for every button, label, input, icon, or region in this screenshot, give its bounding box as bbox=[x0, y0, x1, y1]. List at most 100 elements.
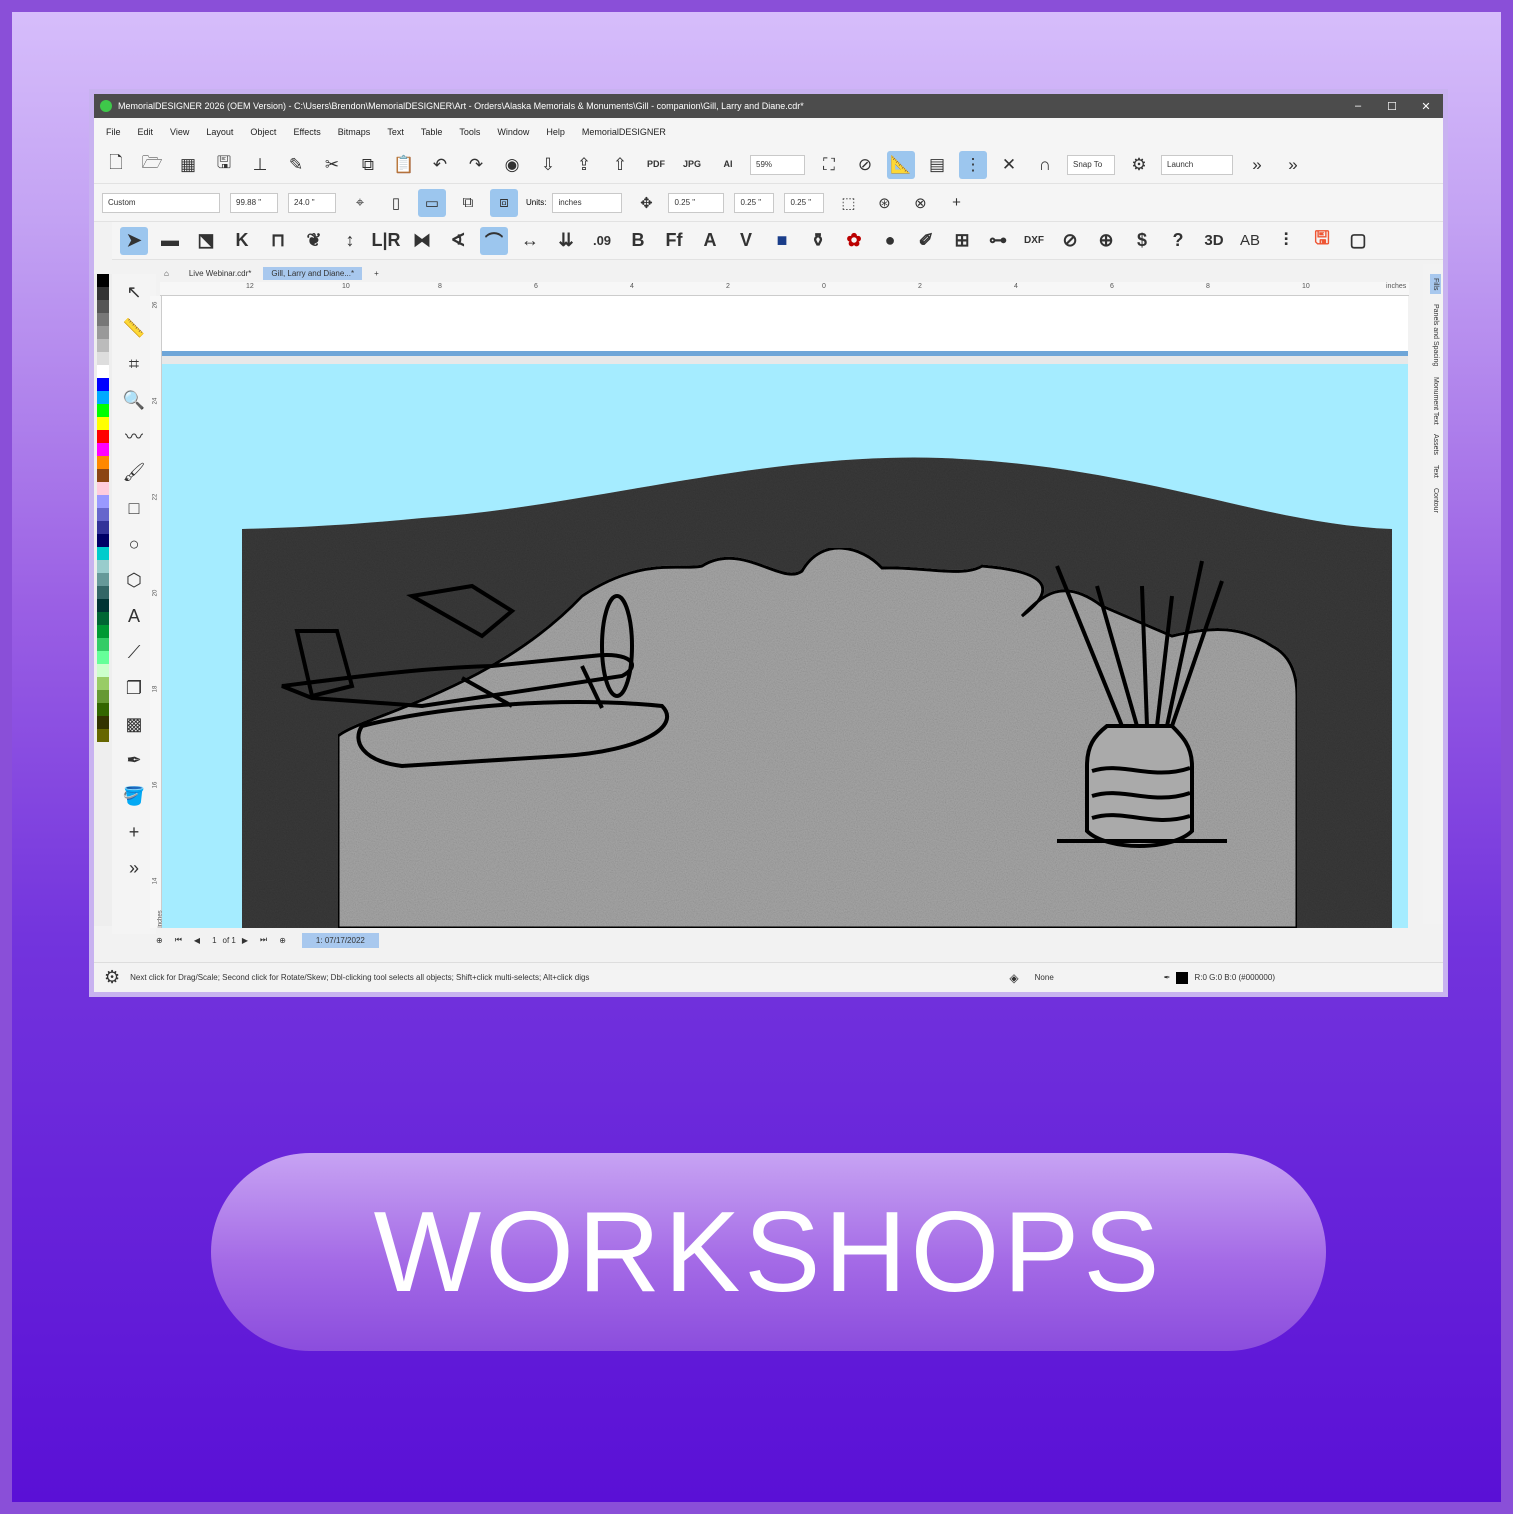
current-page-icon[interactable]: ⧈ bbox=[490, 188, 518, 217]
units-select[interactable]: inches bbox=[552, 192, 623, 213]
guidelines-icon[interactable]: ⋮ bbox=[959, 150, 987, 179]
first-page-icon[interactable]: ⏮ bbox=[175, 935, 182, 945]
color-swatch[interactable] bbox=[97, 664, 109, 677]
color-swatch[interactable] bbox=[97, 690, 109, 703]
menu-help[interactable]: Help bbox=[546, 127, 565, 137]
nudge-distance-field[interactable]: 0.25 " bbox=[668, 192, 725, 213]
color-swatch[interactable] bbox=[97, 300, 109, 313]
status-gear-icon[interactable]: ⚙ bbox=[104, 967, 120, 988]
color-swatch[interactable] bbox=[97, 274, 109, 287]
text-a-icon[interactable]: A bbox=[696, 227, 724, 255]
docker-tab-monument-text[interactable]: Monument Text bbox=[1432, 377, 1439, 425]
three-d-icon[interactable]: 3D bbox=[1200, 227, 1228, 255]
add-page-after-icon[interactable]: ⊕ bbox=[279, 936, 286, 945]
color-swatch[interactable] bbox=[97, 469, 109, 482]
landscape-icon[interactable]: ▭ bbox=[418, 188, 446, 217]
drawing-canvas[interactable] bbox=[162, 296, 1408, 928]
menu-memorialdesigner[interactable]: MemorialDESIGNER bbox=[582, 127, 666, 137]
color-swatch[interactable] bbox=[97, 482, 109, 495]
menu-file[interactable]: File bbox=[106, 127, 121, 137]
color-swatch[interactable] bbox=[97, 521, 109, 534]
close-button[interactable]: ✕ bbox=[1409, 100, 1443, 113]
paste-icon[interactable]: 📋 bbox=[390, 151, 418, 179]
no-print-icon[interactable]: ⊘ bbox=[851, 151, 879, 179]
page-size-preset[interactable]: Custom bbox=[102, 192, 220, 213]
color-swatch[interactable] bbox=[97, 651, 109, 664]
rose-icon[interactable]: ✿ bbox=[840, 227, 868, 255]
docker-tab-assets[interactable]: Assets bbox=[1432, 434, 1439, 455]
rulers-icon[interactable]: 📐 bbox=[887, 150, 915, 179]
color-swatch[interactable] bbox=[97, 729, 109, 742]
home-icon[interactable]: ⌂ bbox=[156, 267, 177, 280]
docker-tab-panels-spacing[interactable]: Panels and Spacing bbox=[1432, 304, 1439, 366]
color-swatch[interactable] bbox=[97, 495, 109, 508]
last-page-icon[interactable]: ⏭ bbox=[260, 935, 267, 945]
export-pdf-button[interactable]: PDF bbox=[642, 151, 670, 179]
share-icon[interactable]: ⇧ bbox=[606, 151, 634, 179]
color-swatch[interactable] bbox=[97, 365, 109, 378]
granite-swatch-icon[interactable]: ■ bbox=[768, 227, 796, 255]
menu-view[interactable]: View bbox=[170, 127, 189, 137]
menu-effects[interactable]: Effects bbox=[293, 127, 320, 137]
dxf-icon[interactable]: DXF bbox=[1020, 227, 1048, 255]
bowtie-icon[interactable]: ⧓ bbox=[408, 227, 436, 255]
settings-gear-icon[interactable]: ⚙ bbox=[1125, 151, 1153, 179]
menu-object[interactable]: Object bbox=[250, 127, 276, 137]
portrait-icon[interactable]: ▯ bbox=[382, 189, 410, 217]
expand-toolbar-icon[interactable]: » bbox=[1243, 151, 1271, 179]
menu-edit[interactable]: Edit bbox=[138, 127, 154, 137]
page-width-field[interactable]: 99.88 " bbox=[230, 192, 278, 213]
all-pages-icon[interactable]: ⧉ bbox=[454, 189, 482, 217]
color-swatch[interactable] bbox=[97, 638, 109, 651]
color-swatch[interactable] bbox=[97, 573, 109, 586]
color-swatch[interactable] bbox=[97, 560, 109, 573]
flower-icon[interactable]: ❦ bbox=[300, 227, 328, 255]
color-swatch[interactable] bbox=[97, 339, 109, 352]
color-swatch[interactable] bbox=[97, 391, 109, 404]
duplicate-y-field[interactable]: 0.25 " bbox=[784, 192, 825, 213]
menu-bitmaps[interactable]: Bitmaps bbox=[338, 127, 371, 137]
color-swatch[interactable] bbox=[97, 430, 109, 443]
color-swatch[interactable] bbox=[97, 677, 109, 690]
bold-icon[interactable]: B bbox=[624, 227, 652, 255]
menu-layout[interactable]: Layout bbox=[206, 127, 233, 137]
color-swatch[interactable] bbox=[97, 534, 109, 547]
mirror-text-icon[interactable]: L|R bbox=[371, 227, 400, 255]
color-swatch[interactable] bbox=[97, 716, 109, 729]
stamp-icon[interactable]: ⊥ bbox=[246, 151, 274, 179]
add-icon[interactable]: + bbox=[942, 189, 970, 217]
launch-dropdown[interactable]: Launch bbox=[1161, 154, 1233, 175]
split-icon[interactable]: ⫶ bbox=[1272, 227, 1300, 255]
pick-tool-icon[interactable]: ➤ bbox=[120, 226, 148, 255]
open-folder-icon[interactable]: 🗁 bbox=[138, 151, 166, 179]
minimize-button[interactable]: – bbox=[1341, 100, 1375, 113]
workshops-banner[interactable]: WORKSHOPS bbox=[211, 1153, 1326, 1351]
undo-icon[interactable]: ↶ bbox=[426, 151, 454, 179]
ko-icon[interactable]: K bbox=[228, 227, 256, 255]
color-swatch[interactable] bbox=[97, 287, 109, 300]
calendar-icon[interactable]: ▦ bbox=[174, 151, 202, 179]
docker-tab-text[interactable]: Text bbox=[1432, 465, 1439, 478]
color-swatch[interactable] bbox=[97, 612, 109, 625]
duplicate-x-field[interactable]: 0.25 " bbox=[734, 192, 775, 213]
import-icon[interactable]: ⇩ bbox=[534, 151, 562, 179]
docker-tab-contour[interactable]: Contour bbox=[1432, 488, 1439, 513]
cut-icon[interactable]: ✂ bbox=[318, 151, 346, 179]
color-swatch[interactable] bbox=[97, 547, 109, 560]
next-page-icon[interactable]: ▶ bbox=[242, 936, 248, 945]
compass-icon[interactable]: ◉ bbox=[498, 151, 526, 179]
zoom-target-icon[interactable]: ⊕ bbox=[1092, 227, 1120, 255]
decimal-icon[interactable]: .09 bbox=[588, 227, 616, 255]
pages-icon[interactable]: ▢ bbox=[1344, 227, 1372, 255]
monument-artwork[interactable] bbox=[162, 296, 1408, 928]
transform-icon[interactable]: ⊛ bbox=[870, 189, 898, 217]
save-icon[interactable]: 🖫 bbox=[210, 151, 238, 179]
crop-box-icon[interactable]: ⬚ bbox=[834, 189, 862, 217]
page-tab[interactable]: 1: 07/17/2022 bbox=[301, 932, 379, 948]
new-document-icon[interactable]: 🗋 bbox=[102, 151, 130, 179]
maximize-button[interactable]: ☐ bbox=[1375, 100, 1409, 113]
arc-text-icon[interactable]: ⌒ bbox=[480, 226, 508, 255]
export-ai-button[interactable]: AI bbox=[714, 151, 742, 179]
ab-icon[interactable]: AB bbox=[1236, 227, 1264, 255]
menu-text[interactable]: Text bbox=[387, 127, 404, 137]
